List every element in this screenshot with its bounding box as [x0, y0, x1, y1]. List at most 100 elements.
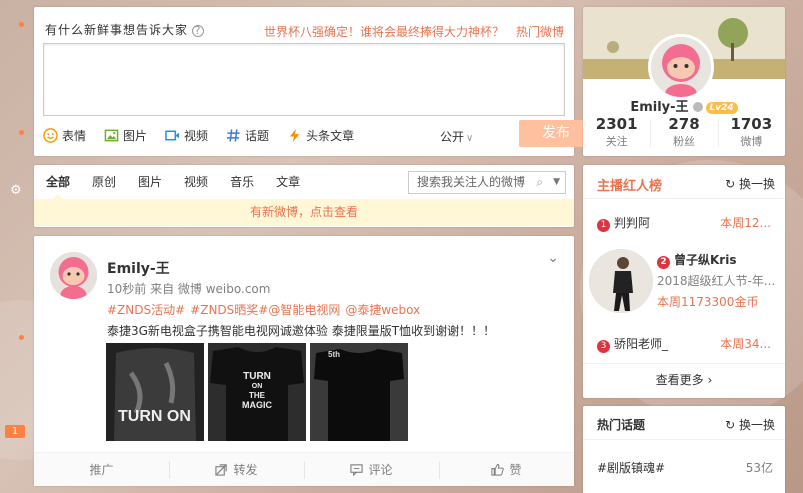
feed-author[interactable]: Emily-王: [107, 258, 170, 278]
new-feed-notice[interactable]: 有新微博，点击查看: [34, 199, 574, 226]
settings-gear-icon[interactable]: ⚙: [10, 183, 22, 198]
doll-avatar-icon: [651, 37, 711, 97]
tshirt-text: TURN ON: [118, 408, 191, 425]
tab-music[interactable]: 音乐: [230, 165, 254, 199]
hot-weibo-link[interactable]: 热门微博: [516, 25, 564, 39]
feed-image[interactable]: 5th: [310, 343, 408, 441]
streamer-header: 主播红人榜 ↻ 换一换: [583, 165, 785, 199]
tool-video[interactable]: 视频: [165, 127, 208, 144]
rail-dot: [19, 130, 24, 135]
repost-icon: [215, 464, 228, 476]
mention-link[interactable]: @泰捷webox: [345, 303, 420, 317]
comment-button[interactable]: 评论: [304, 453, 439, 486]
topic-item[interactable]: #剧版镇魂# 53亿: [597, 459, 773, 476]
vip-icon[interactable]: [692, 102, 703, 112]
doll-avatar-icon: [50, 252, 97, 299]
tab-images[interactable]: 图片: [138, 165, 162, 199]
video-icon: [165, 130, 180, 141]
chevron-down-icon: ∨: [466, 133, 474, 144]
tab-articles[interactable]: 文章: [276, 165, 300, 199]
tab-videos[interactable]: 视频: [184, 165, 208, 199]
rail-dot: [19, 335, 24, 340]
refresh-icon: ↻: [725, 418, 739, 432]
topics-title: 热门话题: [597, 418, 646, 432]
emoji-icon: [43, 128, 58, 143]
streamer-title: 主播红人榜: [597, 179, 663, 194]
streamer-photo[interactable]: [589, 249, 653, 313]
hot-topic-link[interactable]: 世界杯八强确定！谁将会最终捧得大力神杯？: [264, 25, 504, 39]
image-icon: [104, 129, 119, 142]
svg-text:ON: ON: [252, 383, 263, 390]
left-rail: ⚙ 1: [0, 0, 34, 493]
streamer-item[interactable]: 2 曾子纵Kris: [657, 251, 736, 269]
streamer-item[interactable]: 1 判判阿: [597, 214, 650, 232]
comment-icon: [350, 464, 364, 476]
notification-badge[interactable]: 1: [5, 425, 25, 438]
profile-name: Emily-王 Lv24: [583, 96, 785, 115]
refresh-button[interactable]: ↻ 换一换: [725, 416, 775, 433]
stat-followers[interactable]: 278 粉丝: [650, 115, 717, 149]
streamer-week: 本周1173300金币: [657, 295, 759, 309]
tool-image[interactable]: 图片: [104, 127, 147, 144]
visibility-select[interactable]: 公开 ∨: [440, 128, 473, 145]
publisher-prompt: 有什么新鲜事想告诉大家?: [45, 21, 205, 38]
level-badge[interactable]: Lv24: [705, 102, 738, 114]
search-icon[interactable]: ⌕: [536, 172, 543, 193]
tool-emoji[interactable]: 表情: [43, 127, 86, 144]
repost-button[interactable]: 转发: [169, 453, 304, 486]
chevron-right-icon: ›: [703, 373, 713, 387]
feed-image[interactable]: TURN ON THE MAGIC: [208, 343, 306, 441]
profile-card: Emily-王 Lv24 2301 关注 278 粉丝 1703 微博: [583, 7, 785, 156]
stat-weibo[interactable]: 1703 微博: [717, 115, 785, 149]
publisher-box: 有什么新鲜事想告诉大家? 世界杯八强确定！谁将会最终捧得大力神杯？ 热门微博 表情…: [34, 7, 593, 156]
tag-link[interactable]: #ZNDS晒奖#@智能电视网: [190, 303, 340, 317]
feed-item: Emily-王 10秒前 来自 微博 weibo.com ⌄ #ZNDS活动# #…: [34, 236, 574, 486]
tool-article[interactable]: 头条文章: [287, 127, 354, 144]
tab-all[interactable]: 全部: [46, 165, 70, 199]
feed-tabs: 全部 原创 图片 视频 音乐 文章 搜索我关注人的微博 ⌕ ▼ 有新微博，点击查…: [34, 165, 574, 227]
dropdown-triangle-icon[interactable]: ▼: [553, 172, 560, 193]
tab-original[interactable]: 原创: [92, 165, 116, 199]
publisher-tools: 表情 图片 视频 话题 头条文章: [43, 127, 354, 144]
profile-avatar[interactable]: [648, 34, 714, 100]
lightning-icon: [289, 128, 300, 143]
publish-button[interactable]: 发布: [519, 120, 593, 147]
hashtag-icon: [226, 129, 240, 142]
streamer-photo-image: [589, 249, 653, 313]
tool-topic[interactable]: 话题: [226, 127, 269, 144]
help-icon[interactable]: ?: [192, 25, 205, 37]
view-more-button[interactable]: 查看更多 ›: [583, 363, 785, 397]
chevron-down-icon[interactable]: ⌄: [547, 250, 559, 266]
feed-image[interactable]: TURN ON: [106, 343, 204, 441]
following-search-input[interactable]: 搜索我关注人的微博 ⌕ ▼: [408, 171, 566, 194]
publisher-textarea[interactable]: [43, 43, 565, 116]
like-button[interactable]: 赞: [439, 453, 574, 486]
svg-text:5th: 5th: [328, 350, 340, 359]
streamer-ranking: 主播红人榜 ↻ 换一换 1 判判阿 本周12... 2 曾子纵Kris 2018超级…: [583, 165, 785, 398]
topics-header: 热门话题 ↻ 换一换: [583, 406, 785, 440]
feed-avatar[interactable]: [50, 252, 97, 299]
publisher-hot-topics: 世界杯八强确定！谁将会最终捧得大力神杯？ 热门微博: [264, 23, 564, 40]
promote-button[interactable]: 推广: [34, 453, 169, 486]
tshirt-photo-3: 5th: [310, 343, 408, 441]
svg-text:TURN: TURN: [243, 371, 271, 382]
tshirt-photo-2: TURN ON THE MAGIC: [208, 343, 306, 441]
streamer-sub: 2018超级红人节-年...: [657, 274, 776, 288]
feed-text: 泰捷3G新电视盒子携智能电视网诚邀体验 泰捷限量版T恤收到谢谢！！！: [107, 324, 496, 338]
tag-link[interactable]: #ZNDS活动#: [107, 303, 185, 317]
hot-topics: 热门话题 ↻ 换一换 #剧版镇魂# 53亿: [583, 406, 785, 493]
feed-tags: #ZNDS活动# #ZNDS晒奖#@智能电视网 @泰捷webox: [107, 301, 425, 318]
streamer-week: 本周12...: [720, 216, 771, 230]
streamer-item[interactable]: 3 骄阳老师_: [597, 335, 668, 353]
stat-following[interactable]: 2301 关注: [583, 115, 650, 149]
refresh-button[interactable]: ↻ 换一换: [725, 175, 775, 192]
profile-stats: 2301 关注 278 粉丝 1703 微博: [583, 115, 785, 149]
svg-text:THE: THE: [249, 391, 266, 400]
refresh-icon: ↻: [725, 177, 739, 191]
tshirt-photo-1: TURN ON: [106, 343, 204, 441]
rail-dot: [19, 22, 24, 27]
streamer-week: 本周34...: [720, 337, 771, 351]
feed-meta: 10秒前 来自 微博 weibo.com: [107, 282, 271, 296]
thumbs-up-icon: [491, 463, 505, 476]
feed-actions: 推广 转发 评论 赞: [34, 452, 574, 486]
